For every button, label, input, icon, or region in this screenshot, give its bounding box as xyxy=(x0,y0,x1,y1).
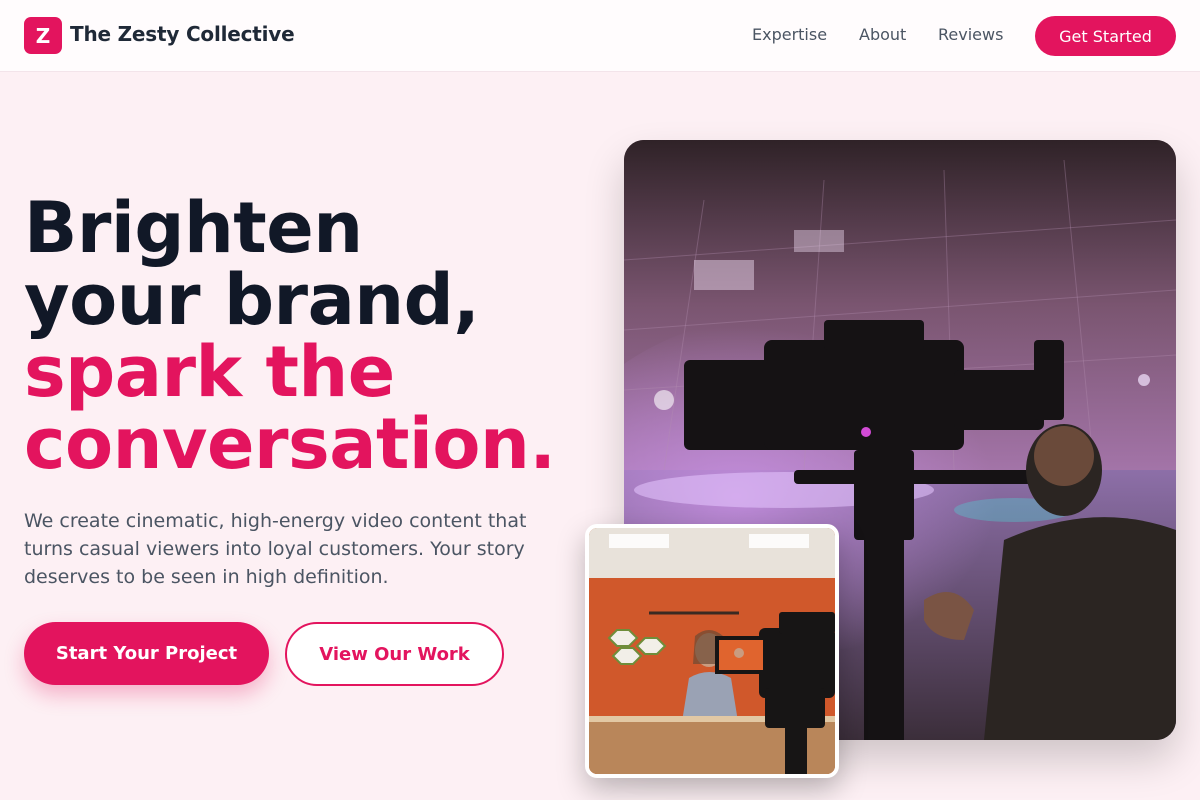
get-started-button[interactable]: Get Started xyxy=(1035,16,1176,56)
headline-accent-line-2: conversation. xyxy=(24,403,556,485)
hero-lead-text: We create cinematic, high-energy video c… xyxy=(24,510,527,588)
headline-line-2: your brand, xyxy=(24,259,480,341)
view-work-button[interactable]: View Our Work xyxy=(285,622,504,686)
headline-accent-line-1: spark the xyxy=(24,331,395,413)
logo-letter: Z xyxy=(35,23,51,48)
logo-icon[interactable]: Z xyxy=(24,17,62,54)
start-project-button[interactable]: Start Your Project xyxy=(24,622,269,685)
studio-camera-presenter-photo xyxy=(585,524,839,778)
nav-link-expertise[interactable]: Expertise xyxy=(752,25,827,44)
nav-link-reviews[interactable]: Reviews xyxy=(938,25,1003,44)
headline-line-1: Brighten xyxy=(24,187,363,269)
site-header: Z The Zesty Collective Expertise About R… xyxy=(0,0,1200,72)
nav-link-about[interactable]: About xyxy=(859,25,906,44)
hero-headline: Brighten your brand, spark the conversat… xyxy=(24,192,614,480)
studio-presenter-illustration xyxy=(589,528,835,774)
brand-name[interactable]: The Zesty Collective xyxy=(70,22,295,46)
